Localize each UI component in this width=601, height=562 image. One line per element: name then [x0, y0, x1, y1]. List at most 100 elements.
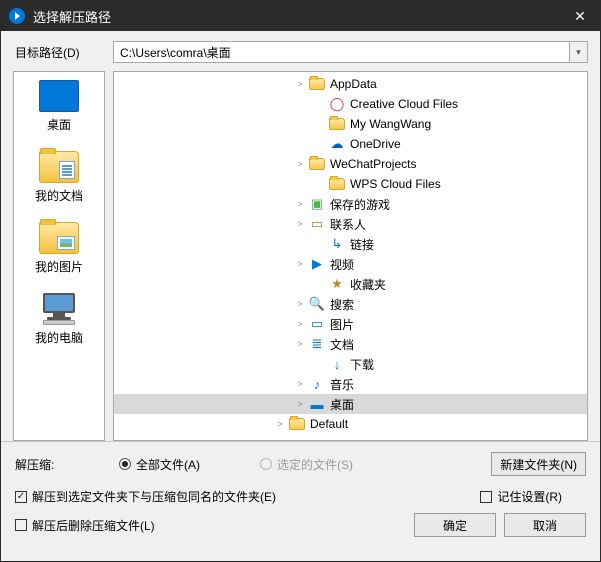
folder-icon: [308, 76, 326, 92]
link-icon: ↳: [328, 236, 346, 252]
tree-node[interactable]: >▬桌面: [114, 394, 587, 414]
tree-node-label: AppData: [330, 77, 377, 91]
place-label: 我的文档: [35, 187, 83, 204]
place-documents[interactable]: 我的文档: [14, 151, 104, 204]
radio-icon: [119, 458, 131, 470]
tree-node-label: Default: [310, 417, 348, 431]
tree-node-label: 链接: [350, 236, 374, 253]
tree-node-label: 搜索: [330, 296, 354, 313]
place-desktop[interactable]: 桌面: [14, 80, 104, 133]
tree-node[interactable]: > Default: [114, 414, 587, 434]
tree-node-label: 收藏夹: [350, 276, 386, 293]
extract-label: 解压缩:: [15, 456, 119, 473]
dialog-window: 选择解压路径 ✕ 目标路径(D) ▾ 桌面我的文档我的图片我的电脑 >AppDa…: [0, 0, 601, 562]
folder-icon: [39, 222, 79, 254]
folder-tree-scroll[interactable]: > AppData ◯ Creative Cloud Files My WangWang…: [114, 72, 587, 440]
contacts-icon: ▭: [308, 216, 326, 232]
checkbox-icon: ✓: [15, 491, 27, 503]
tree-node[interactable]: > AppData: [114, 74, 587, 94]
radio-all-files[interactable]: 全部文件(A): [119, 456, 200, 473]
desktop-icon: [39, 80, 79, 112]
expand-icon[interactable]: >: [294, 399, 306, 409]
down-icon: ↓: [328, 356, 346, 372]
folder-icon: [288, 416, 306, 432]
tree-node[interactable]: ↳链接: [114, 234, 587, 254]
tree-node-label: 视频: [330, 256, 354, 273]
checkbox-same-name-folder[interactable]: ✓ 解压到选定文件夹下与压缩包同名的文件夹(E): [15, 488, 276, 505]
tree-node[interactable]: >🔍搜索: [114, 294, 587, 314]
expand-icon[interactable]: >: [294, 79, 306, 89]
expand-icon[interactable]: >: [294, 379, 306, 389]
tree-node[interactable]: >▭联系人: [114, 214, 587, 234]
tree-node[interactable]: ☁ OneDrive: [114, 134, 587, 154]
tree-node[interactable]: >▭图片: [114, 314, 587, 334]
place-computer[interactable]: 我的电脑: [14, 293, 104, 346]
doc-icon: ≣: [308, 336, 326, 352]
folder-icon: [39, 151, 79, 183]
desktop-icon: ▬: [308, 396, 326, 412]
folder-icon: [308, 156, 326, 172]
place-label: 我的电脑: [35, 329, 83, 346]
tree-node[interactable]: My WangWang: [114, 114, 587, 134]
place-label: 我的图片: [35, 258, 83, 275]
expand-icon[interactable]: >: [294, 299, 306, 309]
tree-node-label: 图片: [330, 316, 354, 333]
expand-icon[interactable]: >: [294, 159, 306, 169]
search-icon: 🔍: [308, 296, 326, 312]
path-dropdown-button[interactable]: ▾: [569, 42, 587, 62]
expand-icon[interactable]: >: [294, 199, 306, 209]
window-title: 选择解压路径: [33, 7, 111, 26]
video-icon: ▶: [308, 256, 326, 272]
titlebar: 选择解压路径 ✕: [1, 1, 600, 31]
tree-node-label: WPS Cloud Files: [350, 177, 441, 191]
tree-node-label: 桌面: [330, 396, 354, 413]
tree-node[interactable]: WPS Cloud Files: [114, 174, 587, 194]
tree-node-label: Creative Cloud Files: [350, 97, 458, 111]
tree-node[interactable]: >≣文档: [114, 334, 587, 354]
tree-node-label: 联系人: [330, 216, 366, 233]
tree-node[interactable]: ↓下载: [114, 354, 587, 374]
pic-icon: ▭: [308, 316, 326, 332]
expand-icon[interactable]: >: [294, 259, 306, 269]
path-row: 目标路径(D) ▾: [1, 31, 600, 71]
expand-icon[interactable]: >: [294, 219, 306, 229]
tree-node-label: WeChatProjects: [330, 157, 416, 171]
tree-node[interactable]: ★收藏夹: [114, 274, 587, 294]
checkbox-icon: [15, 519, 27, 531]
folder-icon: [328, 116, 346, 132]
radio-icon: [260, 458, 272, 470]
path-label: 目标路径(D): [15, 44, 105, 61]
expand-icon[interactable]: >: [294, 319, 306, 329]
close-button[interactable]: ✕: [560, 1, 600, 31]
cc-icon: ◯: [328, 96, 346, 112]
tree-node[interactable]: ◯ Creative Cloud Files: [114, 94, 587, 114]
new-folder-button[interactable]: 新建文件夹(N): [491, 452, 586, 476]
expand-icon[interactable]: >: [294, 339, 306, 349]
tree-node[interactable]: >♪音乐: [114, 374, 587, 394]
checkbox-remember[interactable]: 记住设置(R): [480, 488, 562, 505]
path-input[interactable]: [114, 42, 569, 62]
music-icon: ♪: [308, 376, 326, 392]
bottom-panel: 解压缩: 全部文件(A) 选定的文件(S) 新建文件夹(N) ✓ 解压到选定文件…: [1, 441, 600, 549]
game-icon: ▣: [308, 196, 326, 212]
folder-tree: > AppData ◯ Creative Cloud Files My WangWang…: [113, 71, 588, 441]
tree-node-label: 文档: [330, 336, 354, 353]
tree-node-label: My WangWang: [350, 117, 431, 131]
radio-selected-files: 选定的文件(S): [260, 456, 353, 473]
checkbox-delete-after[interactable]: 解压后删除压缩文件(L): [15, 517, 155, 534]
tree-node[interactable]: >▶视频: [114, 254, 587, 274]
path-combobox[interactable]: ▾: [113, 41, 588, 63]
tree-node[interactable]: >▣保存的游戏: [114, 194, 587, 214]
cancel-button[interactable]: 取消: [504, 513, 586, 537]
star-icon: ★: [328, 276, 346, 292]
tree-node-label: 下载: [350, 356, 374, 373]
ok-button[interactable]: 确定: [414, 513, 496, 537]
expand-icon[interactable]: >: [274, 419, 286, 429]
folder-icon: [328, 176, 346, 192]
places-sidebar: 桌面我的文档我的图片我的电脑: [13, 71, 105, 441]
onedrive-icon: ☁: [328, 136, 346, 152]
place-pictures[interactable]: 我的图片: [14, 222, 104, 275]
checkbox-icon: [480, 491, 492, 503]
tree-node[interactable]: > WeChatProjects: [114, 154, 587, 174]
tree-node-label: OneDrive: [350, 137, 401, 151]
